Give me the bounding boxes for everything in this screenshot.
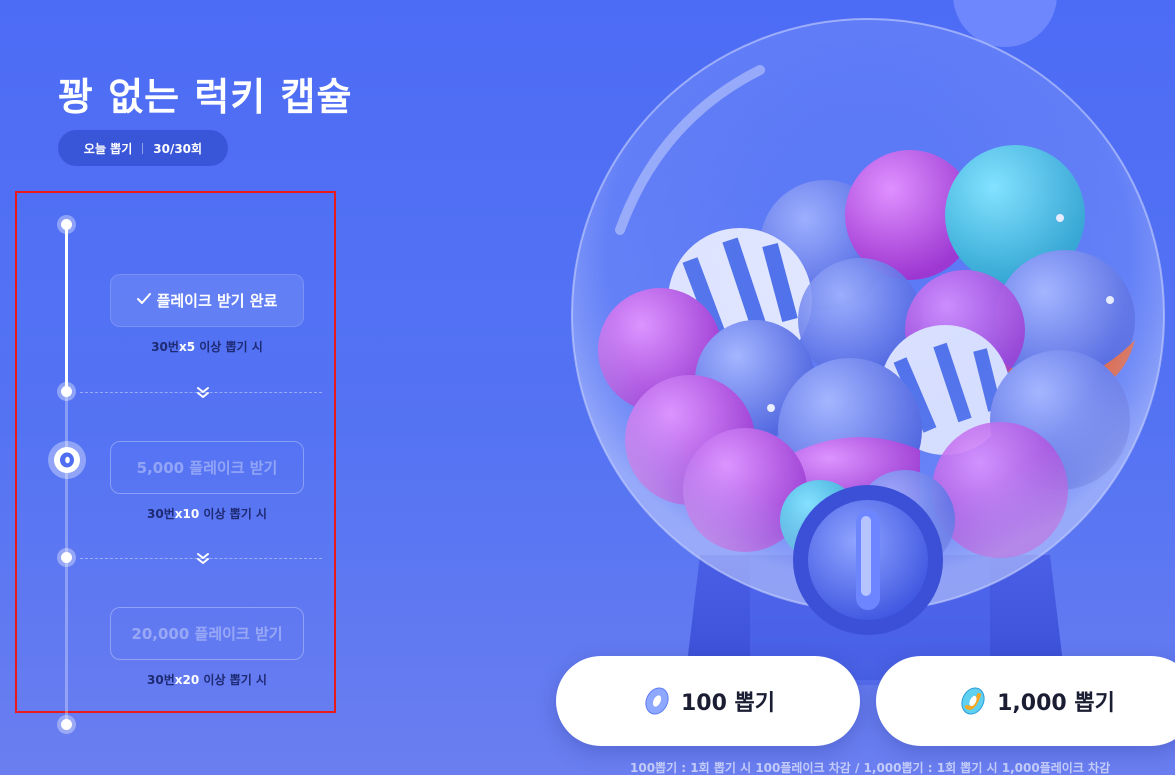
milestone-1-label: 플레이크 받기 완료 xyxy=(156,292,278,310)
check-icon xyxy=(136,292,151,309)
timeline-node xyxy=(61,219,72,230)
timeline-node xyxy=(61,719,72,730)
draw-1000-button[interactable]: 1,000 뽑기 xyxy=(876,656,1175,746)
double-chevron-down-icon xyxy=(195,385,211,404)
today-label: 오늘 뽑기 xyxy=(83,141,133,156)
timeline-node xyxy=(61,552,72,563)
today-value: 30/30회 xyxy=(153,141,203,156)
condition-multiplier: x10 xyxy=(174,507,200,521)
milestone-2-condition: 30번x10 이상 뽑기 시 xyxy=(110,505,304,522)
condition-suffix: 이상 뽑기 시 xyxy=(199,673,267,687)
page-title: 꽝 없는 럭키 캡슐 xyxy=(58,75,353,119)
divider xyxy=(142,142,144,154)
progress-track-filled xyxy=(65,225,68,395)
condition-prefix: 30번 xyxy=(151,340,179,354)
milestone-2-label: 5,000 플레이크 받기 xyxy=(136,459,278,477)
capsule-event-page: 꽝 없는 럭키 캡슐 오늘 뽑기 30/30회 플레이크 받기 완료 30번x5… xyxy=(0,0,1175,775)
milestone-2-reward-button[interactable]: 5,000 플레이크 받기 xyxy=(110,441,304,494)
milestone-1-condition: 30번x5 이상 뽑기 시 xyxy=(110,338,304,355)
condition-suffix: 이상 뽑기 시 xyxy=(195,340,263,354)
double-chevron-down-icon xyxy=(195,551,211,570)
draw-100-label: 100 뽑기 xyxy=(680,691,776,716)
condition-suffix: 이상 뽑기 시 xyxy=(199,507,267,521)
milestone-3-condition: 30번x20 이상 뽑기 시 xyxy=(110,671,304,688)
condition-prefix: 30번 xyxy=(147,507,175,521)
flake-coin-icon xyxy=(641,685,673,717)
today-draw-count: 오늘 뽑기 30/30회 xyxy=(58,130,228,166)
flake-coin-gold-icon xyxy=(957,685,989,717)
draw-cost-footnote: 100뽑기 : 1회 뽑기 시 100플레이크 차감 / 1,000뽑기 : 1… xyxy=(630,761,1111,775)
condition-prefix: 30번 xyxy=(147,673,175,687)
milestone-3-reward-button[interactable]: 20,000 플레이크 받기 xyxy=(110,607,304,660)
draw-100-button[interactable]: 100 뽑기 xyxy=(556,656,860,746)
condition-multiplier: x5 xyxy=(178,340,196,354)
flake-coin-icon xyxy=(54,447,80,473)
current-progress-marker xyxy=(48,441,86,479)
milestone-3-label: 20,000 플레이크 받기 xyxy=(131,625,283,643)
milestone-1-reward-button[interactable]: 플레이크 받기 완료 xyxy=(110,274,304,327)
condition-multiplier: x20 xyxy=(174,673,200,687)
timeline-node xyxy=(61,386,72,397)
draw-1000-label: 1,000 뽑기 xyxy=(997,691,1115,716)
